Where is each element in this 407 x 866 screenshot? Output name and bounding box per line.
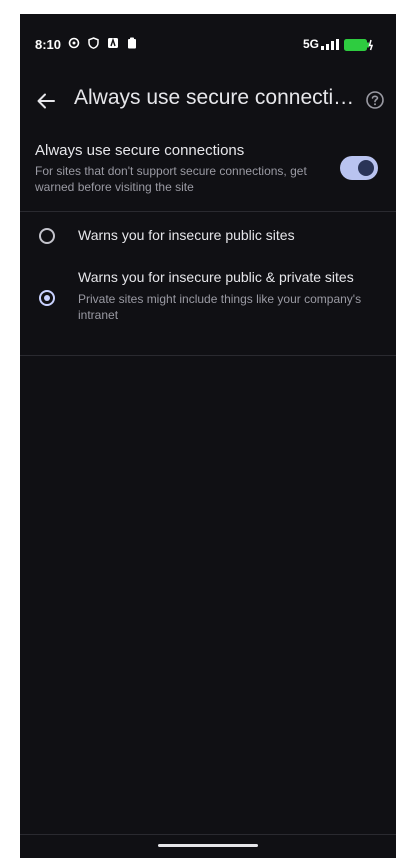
app-bar: Always use secure connecti… bbox=[20, 84, 396, 114]
battery-charging-icon bbox=[344, 39, 374, 51]
setting-description: For sites that don't support secure conn… bbox=[35, 164, 307, 194]
secure-connections-toggle[interactable] bbox=[340, 156, 378, 180]
divider bbox=[20, 355, 396, 356]
setting-title: Always use secure connections bbox=[35, 142, 245, 159]
signal-icon bbox=[321, 39, 339, 50]
status-time: 8:10 bbox=[35, 37, 62, 52]
arrow-left-icon[interactable] bbox=[35, 90, 57, 112]
option-public-private-sites[interactable]: Warns you for insecure public & private … bbox=[20, 269, 396, 335]
network-label: 5G bbox=[303, 37, 320, 51]
clipboard-icon bbox=[128, 37, 136, 49]
toggle-knob bbox=[358, 160, 374, 176]
option-description: Private sites might include things like … bbox=[78, 292, 362, 322]
secure-connections-setting[interactable]: Always use secure connections For sites … bbox=[20, 138, 396, 210]
shield-icon bbox=[88, 37, 99, 49]
gesture-nav-handle[interactable] bbox=[158, 844, 258, 847]
option-label: Warns you for insecure public sites bbox=[78, 227, 295, 243]
radio-button-public[interactable] bbox=[39, 228, 55, 244]
option-label: Warns you for insecure public & private … bbox=[78, 269, 354, 285]
a-icon bbox=[108, 37, 118, 48]
settings-icon bbox=[68, 37, 80, 49]
status-icons bbox=[68, 37, 137, 51]
option-public-sites[interactable]: Warns you for insecure public sites bbox=[20, 226, 396, 270]
page-title: Always use secure connecti… bbox=[74, 86, 355, 109]
radio-button-public-private[interactable] bbox=[39, 290, 55, 306]
phone-screen: 8:10 5G Always use secure connecti… Alwa… bbox=[20, 14, 396, 858]
help-circle-icon[interactable] bbox=[365, 90, 385, 110]
nav-divider bbox=[20, 834, 396, 835]
status-bar: 8:10 5G bbox=[20, 14, 396, 74]
divider bbox=[20, 211, 396, 212]
